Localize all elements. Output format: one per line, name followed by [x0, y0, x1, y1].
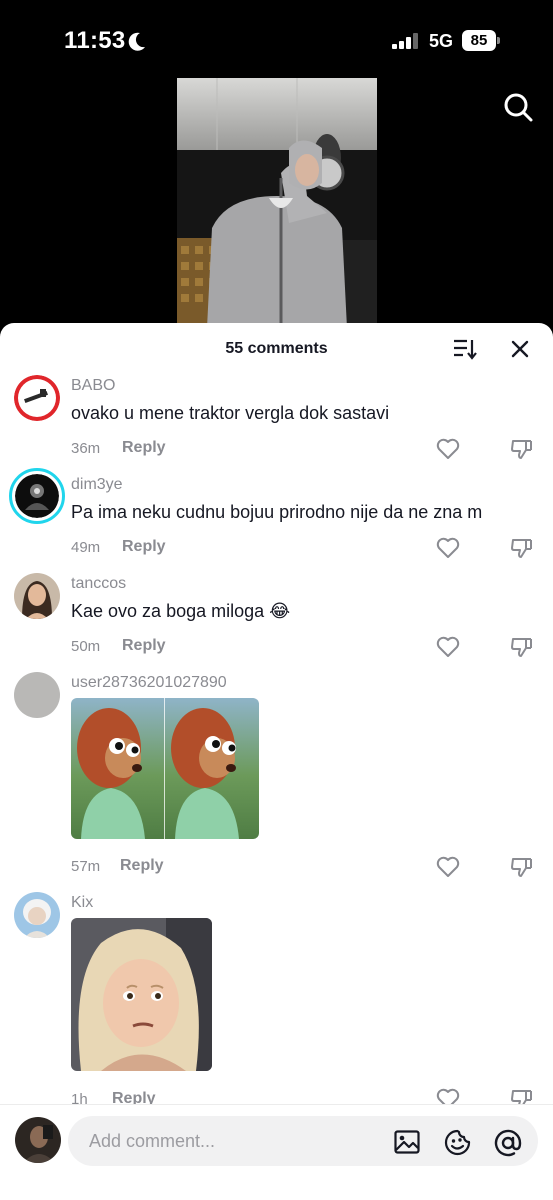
battery-indicator: 85: [462, 30, 500, 51]
reply-button[interactable]: Reply: [122, 637, 166, 655]
comment-item: tanccos Kae ovo za boga miloga 😂 50m Rep…: [0, 573, 553, 673]
signal-icon: [392, 33, 418, 49]
at-icon[interactable]: [494, 1129, 522, 1157]
comment-text: Kae ovo za boga miloga 😂: [71, 601, 291, 621]
network-label: 5G: [429, 31, 454, 51]
comment-username[interactable]: user28736201027890: [71, 674, 227, 692]
heart-icon[interactable]: [436, 438, 460, 460]
avatar[interactable]: [14, 375, 60, 421]
heart-icon[interactable]: [436, 856, 460, 878]
emoji-icon[interactable]: [444, 1129, 471, 1156]
heart-icon[interactable]: [436, 636, 460, 658]
image-icon[interactable]: [394, 1130, 420, 1154]
video-frame-image: [177, 78, 377, 328]
comment-text: ovako u mene traktor vergla dok sastavi: [71, 403, 390, 423]
comments-list[interactable]: BABO ovako u mene traktor vergla dok sas…: [0, 375, 553, 1110]
comment-time: 36m: [71, 440, 101, 457]
comment-username[interactable]: tanccos: [71, 575, 126, 593]
status-time: 11:53: [64, 27, 126, 54]
thumbs-down-icon[interactable]: [510, 536, 534, 560]
side-eye-girl-image: [71, 918, 212, 1071]
avatar[interactable]: [14, 672, 60, 718]
reply-button[interactable]: Reply: [122, 439, 166, 457]
comment-item: user28736201027890 57m Reply: [0, 672, 553, 892]
comment-image[interactable]: [71, 698, 259, 839]
avatar-image: [14, 375, 60, 421]
heart-icon[interactable]: [436, 537, 460, 559]
moon-icon: [128, 32, 145, 51]
comment-item: Kix 1h Reply: [0, 892, 553, 1110]
thumbs-down-icon[interactable]: [510, 635, 534, 659]
avatar-image: [14, 892, 60, 938]
battery-tip: [497, 37, 500, 44]
search-icon[interactable]: [502, 91, 534, 123]
my-avatar[interactable]: [15, 1117, 61, 1163]
comment-composer: [0, 1104, 553, 1200]
comment-time: 57m: [71, 858, 101, 875]
avatar-image: [15, 1117, 61, 1163]
thumbs-down-icon[interactable]: [510, 855, 534, 879]
avatar[interactable]: [14, 573, 60, 619]
comment-time: 49m: [71, 539, 101, 556]
avatar-image: [15, 474, 59, 518]
avatar-image: [14, 573, 60, 619]
comment-image[interactable]: [71, 918, 212, 1071]
comment-item: dim3ye Pa ima neku cudnu bojuu prirodno …: [0, 468, 553, 574]
puppet-meme-image: [71, 698, 259, 839]
comments-header: 55 comments: [0, 323, 553, 375]
avatar[interactable]: [9, 468, 65, 524]
battery-level: 85: [462, 30, 496, 51]
comment-time: 50m: [71, 638, 101, 655]
close-icon[interactable]: [510, 339, 530, 359]
comment-text: Pa ima neku cudnu bojuu prirodno nije da…: [71, 502, 483, 522]
comment-item: BABO ovako u mene traktor vergla dok sas…: [0, 375, 553, 475]
video-preview[interactable]: [177, 78, 377, 328]
comments-sheet: 55 comments BABO ovako u mene traktor ve…: [0, 323, 553, 1200]
sort-icon[interactable]: [453, 338, 477, 360]
status-bar: 11:53 5G 85: [0, 0, 553, 78]
reply-button[interactable]: Reply: [120, 857, 164, 875]
comment-username[interactable]: dim3ye: [71, 476, 123, 494]
comment-username[interactable]: BABO: [71, 377, 115, 395]
comment-username[interactable]: Kix: [71, 894, 93, 912]
thumbs-down-icon[interactable]: [510, 437, 534, 461]
reply-button[interactable]: Reply: [122, 538, 166, 556]
avatar[interactable]: [14, 892, 60, 938]
